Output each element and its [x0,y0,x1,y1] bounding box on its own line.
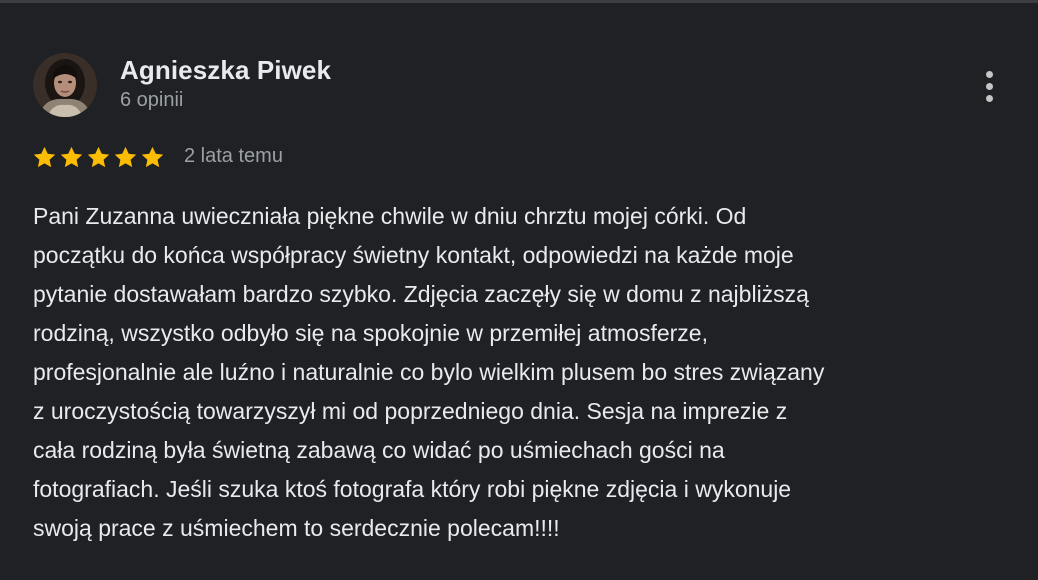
avatar-photo-icon [33,53,97,117]
more-options-button[interactable] [974,67,1006,107]
star-rating [32,145,165,173]
more-vertical-icon-dot [986,95,993,102]
review-time: 2 lata temu [184,145,283,167]
more-vertical-icon-dot [986,83,993,90]
avatar[interactable] [33,53,97,117]
review-text: Pani Zuzanna uwieczniała piękne chwile w… [33,203,825,541]
star-icon [114,146,137,168]
star-icon [60,146,83,168]
star-icon [87,146,110,168]
review-card: Agnieszka Piwek 6 opinii 2 lata temu Pan… [0,3,1038,580]
more-vertical-icon-dot [986,71,993,78]
star-icon [33,146,56,168]
author-reviews-count[interactable]: 6 opinii [120,89,183,112]
star-icon [141,146,164,168]
author-name[interactable]: Agnieszka Piwek [120,55,331,86]
